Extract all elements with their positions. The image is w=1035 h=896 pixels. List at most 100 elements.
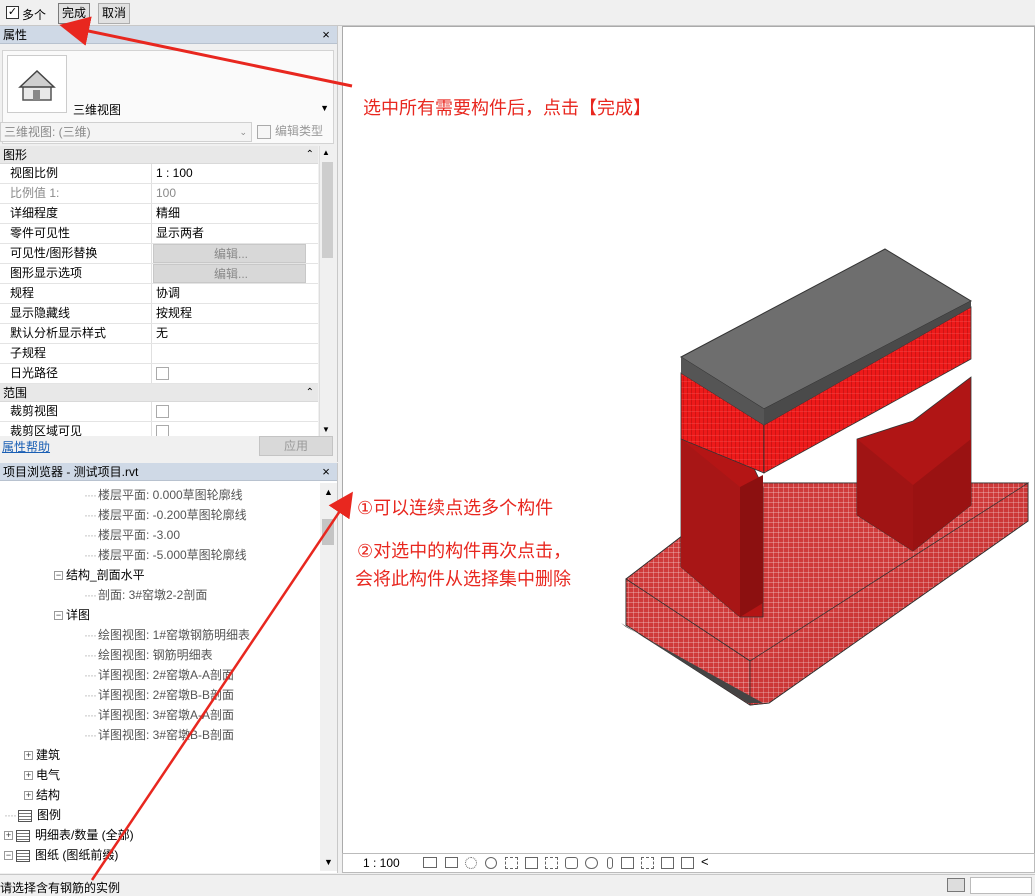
lock-view-icon[interactable] [565,857,578,869]
property-edit-button[interactable]: 编辑... [153,244,306,263]
property-row: 比例值 1: 100 [0,184,318,204]
model-drawing[interactable] [343,27,1034,853]
collapse-icon[interactable]: − [54,611,63,621]
scroll-down-icon[interactable]: ▼ [322,425,330,434]
property-checkbox[interactable] [153,402,318,421]
crop-view-icon[interactable] [525,857,538,869]
tree-item[interactable]: ···· 楼层平面: 0.000草图轮廓线 [84,485,243,505]
scroll-up-icon[interactable]: ▲ [324,487,333,497]
property-name: 默认分析显示样式 [0,324,152,343]
property-section-header[interactable]: 范围 ⌃ [0,384,318,402]
property-row: 零件可见性 显示两者 [0,224,318,244]
reveal-hidden-icon[interactable] [607,857,613,869]
tree-item-label: 建筑 [36,748,61,762]
collapse-icon[interactable]: < [701,854,709,869]
scroll-up-icon[interactable]: ▲ [322,148,330,157]
tree-item[interactable]: − 详图 [54,605,90,625]
property-value[interactable] [153,344,318,363]
shadows-icon[interactable] [485,857,497,869]
collapse-icon[interactable]: ⌃ [306,146,314,164]
constraints-icon[interactable] [681,857,694,869]
tree-item[interactable]: ···· 详图视图: 2#窑墩B-B剖面 [84,685,234,705]
tree-item[interactable]: ···· 剖面: 3#窑墩2-2剖面 [84,585,207,605]
property-value[interactable]: 精细 [153,204,318,223]
property-value[interactable]: 1 : 100 [153,164,318,183]
tree-item[interactable]: ···· 详图视图: 3#窑墩A-A剖面 [84,705,234,725]
project-browser-close-icon[interactable]: × [319,463,333,481]
property-sections: 图形 ⌃ 视图比例 1 : 100 比例值 1: 100 详细程度 精细 零件可见性 显示两者 可见… [0,146,318,436]
tree-item[interactable]: ···· 绘图视图: 1#窑墩钢筋明细表 [84,625,250,645]
tree-connector: ···· [84,628,97,642]
type-dropdown-icon[interactable]: ▼ [320,103,329,113]
tree-connector: ···· [84,588,97,602]
sun-path-icon[interactable] [465,857,477,869]
checkbox-box[interactable] [156,367,169,380]
checkbox-box[interactable] [156,405,169,418]
tree-connector: ···· [84,648,97,662]
collapse-icon[interactable]: ⌃ [306,384,314,402]
scroll-thumb[interactable] [322,162,333,258]
tree-item[interactable]: − 结构_剖面水平 [54,565,145,585]
worksets-icon[interactable] [947,878,965,892]
tree-item[interactable]: ···· 楼层平面: -0.200草图轮廓线 [84,505,247,525]
property-value[interactable]: 无 [153,324,318,343]
tree-connector: ···· [84,548,97,562]
temporary-hide-icon[interactable] [585,857,598,869]
tree-item[interactable]: + 建筑 [24,745,60,765]
tree-item[interactable]: + 电气 [24,765,60,785]
property-checkbox[interactable] [153,364,318,383]
tree-item[interactable]: ···· 详图视图: 3#窑墩B-B剖面 [84,725,234,745]
tree-item[interactable]: + 明细表/数量 (全部) [4,825,134,845]
collapse-icon[interactable]: − [54,571,63,581]
expand-icon[interactable]: + [24,771,33,781]
multiple-label: 多个 [22,8,47,22]
collapse-icon[interactable]: − [4,851,13,861]
property-value: 100 [156,186,177,200]
browser-scrollbar[interactable]: ▲ ▼ [320,483,337,871]
visual-style-icon[interactable] [445,857,458,868]
expand-icon[interactable]: + [24,791,33,801]
tree-item[interactable]: ···· 图例 [4,805,61,825]
status-message: 请选择含有钢筋的实例 [0,881,121,895]
property-checkbox[interactable] [153,422,318,436]
worksharing-icon[interactable] [621,857,634,869]
properties-help-link[interactable]: 属性帮助 [2,438,50,455]
property-row: 可见性/图形替换 编辑... [0,244,318,264]
property-value[interactable]: 按规程 [153,304,318,323]
tree-connector: ···· [84,728,97,742]
highlight-displacement-icon[interactable] [661,857,674,869]
multiple-checkbox[interactable]: ✓ [6,6,19,19]
detail-level-icon[interactable] [423,857,437,868]
expand-icon[interactable]: + [24,751,33,761]
tree-item[interactable]: + 结构 [24,785,60,805]
property-scrollbar[interactable]: ▲ ▼ [319,146,335,436]
tree-item[interactable]: − 图纸 (图纸前缀) [4,845,118,865]
tree-item[interactable]: ···· 绘图视图: 钢筋明细表 [84,645,213,665]
tree-item[interactable]: ···· 楼层平面: -5.000草图轮廓线 [84,545,247,565]
render-icon[interactable] [505,857,518,869]
crop-region-icon[interactable] [545,857,558,869]
property-value[interactable]: 显示两者 [153,224,318,243]
status-bar: 请选择含有钢筋的实例 [0,874,1035,896]
property-edit-button[interactable]: 编辑... [153,264,306,283]
tree-item[interactable]: ···· 楼层平面: -3.00 [84,525,180,545]
scroll-thumb[interactable] [322,519,334,545]
property-name: 规程 [0,284,152,303]
edit-type-button[interactable]: 编辑类型 [257,122,333,142]
view-scale[interactable]: 1 : 100 [363,856,400,870]
apply-button[interactable]: 应用 [259,436,333,456]
tree-item[interactable]: ···· 详图视图: 2#窑墩A-A剖面 [84,665,234,685]
checkbox-box[interactable] [156,425,169,436]
property-section-header[interactable]: 图形 ⌃ [0,146,318,164]
property-row: 裁剪视图 [0,402,318,422]
3d-view-canvas[interactable]: 选中所有需要构件后，点击【完成】 ①可以连续点选多个构件 ②对选中的构件再次点击… [342,26,1035,854]
cancel-button[interactable]: 取消 [98,3,130,24]
property-value[interactable]: 协调 [153,284,318,303]
analytical-model-icon[interactable] [641,857,654,869]
properties-close-icon[interactable]: × [319,26,333,44]
instance-type-combo[interactable]: 三维视图: (三维) ⌄ [0,122,252,142]
property-row: 图形显示选项 编辑... [0,264,318,284]
finish-button[interactable]: 完成 [58,3,90,24]
expand-icon[interactable]: + [4,831,13,841]
scroll-down-icon[interactable]: ▼ [324,857,333,867]
